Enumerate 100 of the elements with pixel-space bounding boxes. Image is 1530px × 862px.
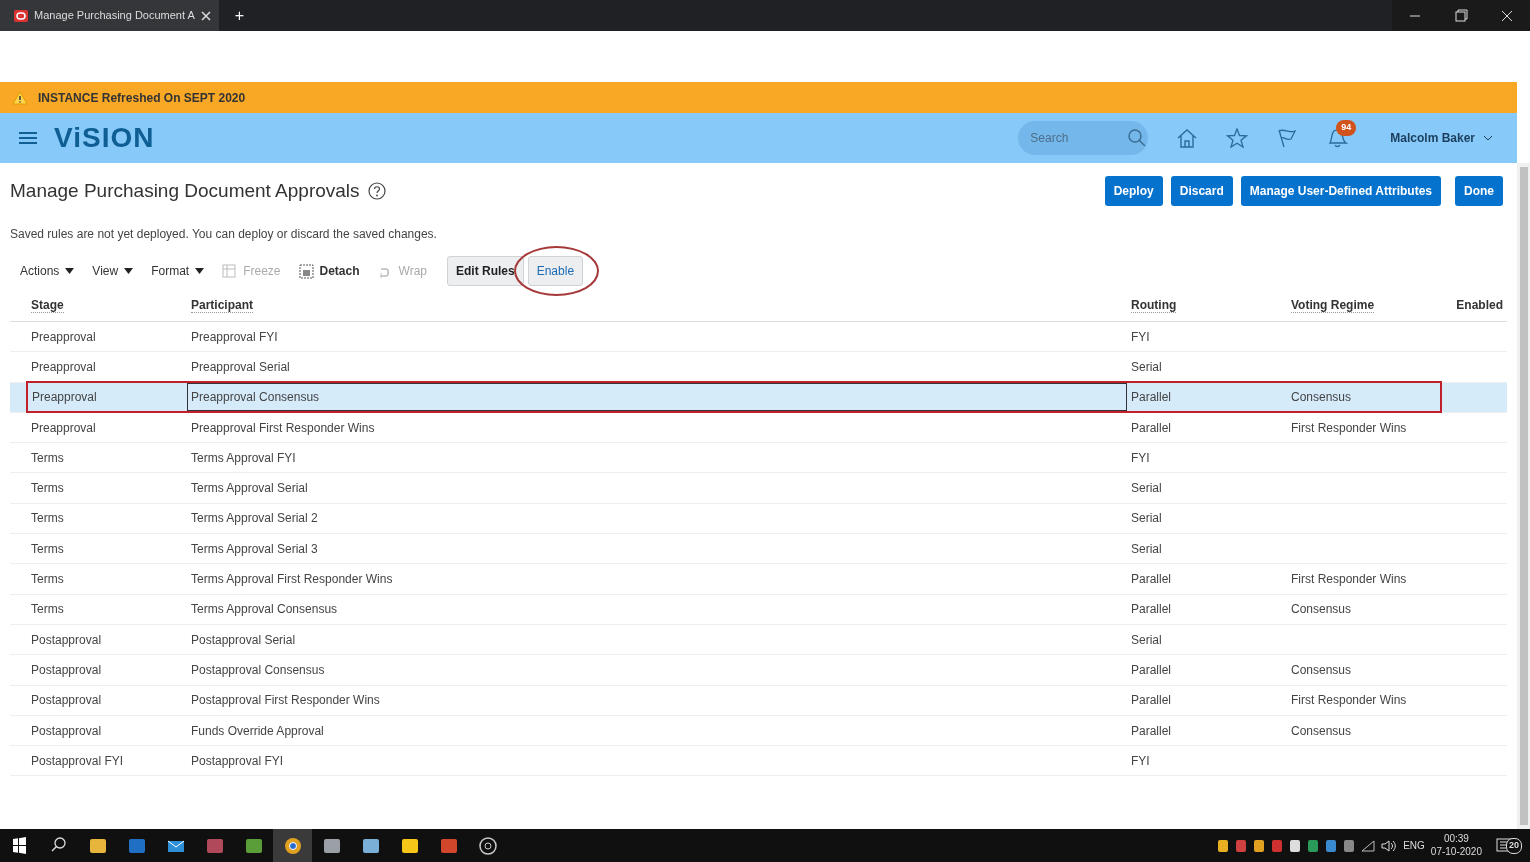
clock-time[interactable]: 00:39 (1430, 833, 1482, 846)
table-cell: Postapproval (31, 632, 102, 647)
table-cell: Postapproval (31, 723, 102, 738)
tab-title: Manage Purchasing Document A (34, 8, 195, 24)
user-menu[interactable]: Malcolm Baker (1384, 128, 1499, 148)
table-cell: Consensus (1291, 662, 1352, 677)
table-cell: Serial (1131, 541, 1162, 556)
app-icon[interactable] (273, 829, 312, 862)
table-cell: Postapproval FYI (31, 753, 124, 768)
table-cell: Terms (31, 572, 64, 586)
table-row[interactable]: Preapproval Preapproval First Responder Wins Parallel First Responder Wins (10, 412, 1507, 443)
bell-icon[interactable] (1326, 128, 1349, 148)
table-row[interactable]: Postapproval FYI Postapproval FYI FYI (10, 745, 1507, 776)
table-row[interactable]: Postapproval Postapproval Serial Serial (10, 624, 1507, 655)
table-row[interactable]: Terms Terms Approval Serial Serial (10, 473, 1507, 504)
dropdown-arrow-icon (65, 268, 75, 274)
wifi-icon[interactable] (1361, 839, 1376, 852)
column-header[interactable]: Voting Regime (1291, 298, 1375, 313)
done-button[interactable]: Done (1455, 176, 1503, 206)
table-row[interactable]: Terms Terms Approval Serial 2 Serial (10, 503, 1507, 534)
menu-button[interactable]: View (92, 262, 134, 280)
table-cell: Postapproval FYI (191, 753, 284, 768)
column-header[interactable]: Participant (191, 298, 253, 313)
table-cell: First Responder Wins (1291, 572, 1407, 586)
table-cell: Terms (31, 481, 64, 496)
grid-icon (222, 263, 238, 279)
speaker-icon[interactable] (1381, 839, 1398, 852)
window-icon (298, 263, 314, 279)
action-button[interactable]: Manage User-Defined Attributes (1240, 176, 1441, 206)
tray-icon[interactable] (1289, 838, 1302, 853)
table-cell: Terms Approval Serial 2 (191, 511, 318, 526)
search-field[interactable]: Search (1018, 121, 1149, 155)
table-cell: Terms Approval FYI (191, 450, 296, 465)
table-cell: Terms Approval Serial (191, 481, 308, 496)
table-row[interactable]: Terms Terms Approval Serial 3 Serial (10, 533, 1507, 564)
status-message: Saved rules are not yet deployed. You can deploy or discard the saved changes. (10, 226, 438, 243)
browser-tab[interactable]: Manage Purchasing Document A (0, 0, 219, 31)
table-cell: Postapproval First Responder Wins (191, 693, 380, 708)
help-icon[interactable] (367, 182, 386, 200)
table-row[interactable]: Terms Terms Approval Consensus Parallel Consensus (10, 594, 1507, 625)
search-input[interactable]: Search (1028, 128, 1129, 148)
table-cell: Preapproval FYI (191, 329, 278, 344)
new-tab-button[interactable]: + (218, 0, 261, 31)
language-indicator[interactable]: ENG (1403, 838, 1425, 853)
table-cell: Parallel (1131, 572, 1172, 586)
table-cell: Funds Override Approval (191, 723, 324, 738)
warning-icon (12, 90, 28, 105)
table-row[interactable]: Terms Terms Approval First Responder Wins Parallel First Responder Wins (10, 563, 1507, 595)
table-cell: Preapproval First Responder Wins (191, 420, 375, 435)
site-icon (14, 9, 28, 22)
table-cell: Preapproval (32, 390, 97, 405)
scrollbar[interactable] (1517, 163, 1530, 829)
action-button[interactable]: Deploy (1104, 176, 1163, 206)
menu-icon[interactable] (18, 130, 38, 146)
table-cell: Serial (1131, 511, 1162, 526)
table-cell: Postapproval (31, 693, 102, 708)
table-cell: Terms Approval Serial 3 (191, 541, 318, 556)
table-cell: Preapproval (31, 359, 96, 374)
column-header[interactable]: Enabled (1456, 298, 1503, 312)
menu-button[interactable]: Actions (20, 262, 75, 280)
notification-badge: 94 (1336, 120, 1357, 136)
table-row[interactable]: Preapproval Preapproval FYI FYI (10, 321, 1507, 352)
table-cell: FYI (1131, 329, 1150, 344)
table-cell: Preapproval (31, 329, 96, 344)
star-icon[interactable] (1226, 128, 1249, 148)
table-cell: FYI (1131, 753, 1150, 768)
close-icon[interactable] (200, 10, 211, 21)
tray-icon[interactable] (1253, 838, 1266, 853)
table-cell: Consensus (1291, 602, 1352, 617)
detach-button[interactable]: Detach (298, 262, 360, 280)
table-cell: First Responder Wins (1291, 420, 1407, 435)
table-cell: Postapproval Serial (191, 632, 296, 647)
table-row[interactable]: Terms Terms Approval FYI FYI (10, 442, 1507, 473)
column-header[interactable]: Routing (1131, 298, 1177, 313)
table-cell: Preapproval Consensus (191, 390, 320, 405)
chevron-icon (1483, 135, 1493, 141)
logo[interactable]: ViSION (54, 117, 155, 159)
clock-date[interactable]: 07-10-2020 (1430, 845, 1482, 858)
toolbar-button[interactable]: Enable (527, 256, 584, 286)
table-cell: Parallel (1131, 693, 1172, 708)
table-cell: Postapproval Consensus (191, 662, 325, 677)
table-row[interactable]: Postapproval Funds Override Approval Parallel Consensus (10, 715, 1507, 746)
toolbar-button[interactable]: Edit Rules (447, 256, 524, 286)
table-cell: Terms (31, 450, 64, 465)
column-header[interactable]: Stage (31, 298, 64, 313)
tray-icon[interactable] (1217, 838, 1230, 853)
table-cell: Serial (1131, 632, 1162, 647)
table-cell: Serial (1131, 359, 1162, 374)
dropdown-arrow-icon (124, 268, 134, 274)
action-button[interactable]: Discard (1170, 176, 1233, 206)
table-cell: Parallel (1131, 420, 1172, 435)
menu-button[interactable]: Format (151, 262, 205, 280)
table-cell: Parallel (1131, 662, 1172, 677)
table-cell: Postapproval (31, 662, 102, 677)
table-row[interactable]: Postapproval Postapproval Consensus Parallel Consensus (10, 654, 1507, 686)
table-row[interactable]: Postapproval Postapproval First Responder Wins Parallel First Responder Wins (10, 685, 1507, 716)
home-icon[interactable] (1176, 128, 1199, 148)
flag-icon[interactable] (1276, 128, 1299, 148)
page-title: Manage Purchasing Document Approvals (10, 178, 360, 203)
table-cell: First Responder Wins (1291, 693, 1407, 708)
